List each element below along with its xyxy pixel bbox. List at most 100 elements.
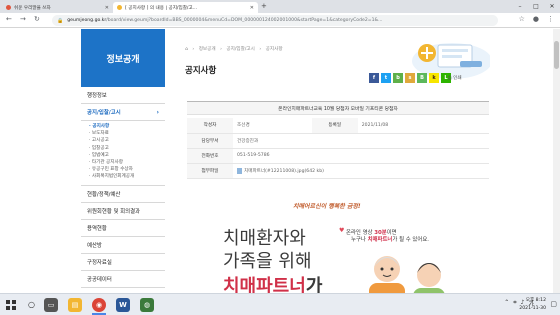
- scrollbar-thumb[interactable]: [554, 41, 559, 69]
- elderly-couple-illustration: [369, 256, 445, 293]
- band-icon[interactable]: B: [417, 73, 427, 83]
- sidebar-item-label: 구정자료실: [87, 259, 112, 266]
- notification-icon[interactable]: ▢: [550, 300, 557, 308]
- attachment-filename: 치매파트너(#12211008).jpg(642 kb): [244, 168, 324, 174]
- sidebar-header: 정보공개: [81, 29, 165, 87]
- date-value: 2021/11/08: [357, 118, 489, 134]
- dementia-partner-poster: 치매어르신이 행복한 금정! 치매환자와 가족을 위해 치매파트너가 ♥ 온라인…: [187, 189, 489, 293]
- sidebar-item-label: 현황/정책/예산: [87, 191, 121, 198]
- page-scrollbar[interactable]: [553, 29, 560, 293]
- submenu-item-welfare-accounting[interactable]: · 사회복지법인회계공개: [89, 173, 165, 180]
- word-icon[interactable]: W: [116, 298, 130, 312]
- sidebar-submenu: · 공지사항 · 보도자료 · 고시공고 · 입찰공고 · 입법예고 · 타기관…: [81, 121, 165, 186]
- twitter-icon[interactable]: t: [381, 73, 391, 83]
- tab-label: 쉬운 우리말을 쓰자: [14, 5, 51, 11]
- favicon-icon: [6, 5, 11, 10]
- sidebar-item-label: 공지/입찰/고시: [87, 110, 121, 116]
- submenu-item-bids[interactable]: · 입찰공고: [89, 145, 165, 152]
- breadcrumb: ⌂ › 정보공개 › 공지/입찰/고시 › 공지사항: [185, 47, 283, 52]
- sidebar-item-admin-info[interactable]: 행정정보: [81, 87, 165, 104]
- attach-cell: 치매파트너(#12211008).jpg(642 kb): [233, 163, 489, 179]
- close-tab-icon[interactable]: ✕: [250, 5, 254, 11]
- profile-icon[interactable]: ●: [533, 15, 539, 23]
- sidebar-item-label: 용역현황: [87, 225, 107, 232]
- back-icon[interactable]: ←: [6, 15, 12, 23]
- attachment-link[interactable]: 치매파트너(#12211008).jpg(642 kb): [237, 167, 485, 174]
- post-info-table: 작성자 조선경 등록일 2021/11/08 담당부서 건강증진과 전화번호 0…: [187, 118, 489, 179]
- submenu-item-other-agencies[interactable]: · 타기관 공지사항: [89, 159, 165, 166]
- star-icon[interactable]: ☆: [519, 15, 525, 23]
- table-row: 첨부파일 치매파트너(#12211008).jpg(642 kb): [187, 163, 489, 179]
- submenu-item-announcements[interactable]: · 고시공고: [89, 137, 165, 144]
- sidebar-item-services[interactable]: 용역현황: [81, 220, 165, 237]
- sidebar-item-status-policy[interactable]: 현황/정책/예산: [81, 186, 165, 203]
- sidebar-item-notice-bid[interactable]: 공지/입찰/고시 ›: [81, 104, 165, 121]
- poster-headline-3-main: 치매파트너: [223, 276, 306, 293]
- kakaotalk-icon[interactable]: ◍: [140, 298, 154, 312]
- phone-value: 051-519-5786: [233, 148, 489, 164]
- blog-icon[interactable]: b: [393, 73, 403, 83]
- search-icon[interactable]: ○: [28, 300, 35, 309]
- menu-icon[interactable]: ⋮: [547, 15, 554, 23]
- maximize-button[interactable]: □: [528, 0, 544, 13]
- url-path: /board/view.geumj?boardId=BBS_0000004&me…: [106, 18, 383, 23]
- sidebar-item-budget[interactable]: 예산방: [81, 237, 165, 254]
- task-view-icon[interactable]: ▭: [44, 298, 58, 312]
- close-window-button[interactable]: ✕: [544, 0, 560, 13]
- address-bar-row: ← → ↻ 🔒 geumjeong.go.kr/board/view.geumj…: [0, 13, 560, 28]
- table-row: 작성자 조선경 등록일 2021/11/08: [187, 118, 489, 134]
- kakao-icon[interactable]: k: [429, 73, 439, 83]
- browser-tab-1[interactable]: 쉬운 우리말을 쓰자 ✕: [2, 2, 113, 13]
- sidebar-item-committee[interactable]: 위원회현황 및 회의결과: [81, 203, 165, 220]
- poster-headline-2: 가족을 위해: [223, 251, 312, 272]
- author-label: 작성자: [187, 118, 233, 134]
- browser-tab-2[interactable]: [ 공지사항 ] 의 내용 | 공지/입찰/고... ✕: [113, 2, 258, 13]
- print-icon: ⎙: [448, 76, 452, 81]
- author-value: 조선경: [233, 118, 312, 134]
- dept-label: 담당부서: [187, 133, 233, 149]
- chevron-up-icon[interactable]: ⌃: [504, 299, 509, 308]
- forward-icon[interactable]: →: [20, 15, 26, 23]
- page-title: 공지사항: [185, 66, 217, 76]
- clock-time: 오후 8:12: [525, 298, 546, 303]
- sidebar-item-public-data[interactable]: 공공데이터: [81, 271, 165, 288]
- clock-date: 2021-11-30: [519, 306, 546, 311]
- window-controls: – □ ✕: [512, 0, 560, 13]
- new-tab-button[interactable]: +: [261, 2, 267, 10]
- url-field[interactable]: 🔒 geumjeong.go.kr/board/view.geumj?board…: [52, 15, 498, 26]
- minimize-button[interactable]: –: [512, 0, 528, 13]
- submenu-item-notices[interactable]: · 공지사항: [89, 123, 165, 130]
- sidebar-menu: 행정정보 공지/입찰/고시 › · 공지사항 · 보도자료 · 고시공고 · 입…: [81, 87, 165, 288]
- file-explorer-icon[interactable]: ▤: [68, 298, 82, 312]
- facebook-icon[interactable]: f: [369, 73, 379, 83]
- sidebar-item-label: 행정정보: [87, 93, 107, 99]
- dept-value: 건강증진과: [233, 133, 489, 149]
- taskbar-clock[interactable]: 오후 8:12 2021-11-30: [519, 297, 546, 313]
- poster-slogan: 치매어르신이 행복한 금정!: [293, 203, 361, 210]
- submenu-item-awards[interactable]: · 유공구민 표창 수상자: [89, 166, 165, 173]
- sidebar-item-archive[interactable]: 구정자료실: [81, 254, 165, 271]
- chrome-icon[interactable]: ◉: [92, 298, 106, 312]
- print-label: 인쇄: [453, 76, 462, 81]
- browser-tab-bar: 쉬운 우리말을 쓰자 ✕ [ 공지사항 ] 의 내용 | 공지/입찰/고... …: [0, 0, 560, 13]
- home-icon[interactable]: ⌂: [185, 47, 188, 52]
- story-icon[interactable]: s: [405, 73, 415, 83]
- reload-icon[interactable]: ↻: [34, 15, 40, 23]
- table-row: 담당부서 건강증진과: [187, 133, 489, 149]
- lock-icon: 🔒: [57, 17, 64, 24]
- breadcrumb-item[interactable]: 공지/입찰/고시: [226, 47, 254, 52]
- breadcrumb-item[interactable]: 공지사항: [266, 47, 283, 52]
- attach-label: 첨부파일: [187, 163, 233, 179]
- breadcrumb-item[interactable]: 정보공개: [199, 47, 216, 52]
- submenu-item-legislation[interactable]: · 입법예고: [89, 152, 165, 159]
- close-tab-icon[interactable]: ✕: [105, 5, 109, 11]
- submenu-item-press[interactable]: · 보도자료: [89, 130, 165, 137]
- print-button[interactable]: ⎙ 인쇄: [448, 75, 462, 81]
- windows-start-icon[interactable]: [6, 300, 16, 310]
- windows-taskbar: ○ ▭ ▤ ◉ W ◍ ⌃ ⌗ ♪ 가 오후 8:12 2021-11-30 ▢: [0, 293, 560, 315]
- url-domain: geumjeong.go.kr: [67, 18, 107, 23]
- network-icon[interactable]: ⌗: [513, 299, 516, 308]
- chevron-right-icon: ›: [156, 108, 159, 116]
- share-buttons: f t b s B k L: [369, 73, 451, 83]
- favicon-icon: [117, 5, 122, 10]
